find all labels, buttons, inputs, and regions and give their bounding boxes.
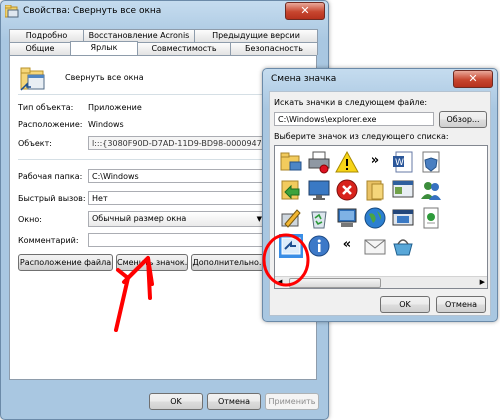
window-select-value: Обычный размер окна xyxy=(92,214,187,223)
hotkey-field[interactable]: Нет xyxy=(88,191,268,205)
icon-grid: » W « ◀ ▶ xyxy=(274,145,488,289)
change-icon-cancel-button[interactable]: Отмена xyxy=(436,296,486,313)
properties-title: Свойства: Свернуть все окна xyxy=(23,6,162,16)
pencil-pc-icon[interactable] xyxy=(279,206,303,230)
folder-icon[interactable] xyxy=(363,178,387,202)
type-value: Приложение xyxy=(88,103,142,112)
explorer-selected-icon[interactable] xyxy=(279,234,303,258)
change-icon-dialog: Смена значка ✕ Искать значки в следующем… xyxy=(262,68,498,322)
shortcut-large-icon xyxy=(20,67,45,91)
comment-label: Комментарий: xyxy=(18,236,79,245)
location-label: Расположение: xyxy=(18,120,83,129)
scrollbar-thumb[interactable] xyxy=(289,278,381,288)
change-icon-title: Смена значка xyxy=(271,74,337,84)
icon-file-field[interactable]: C:\Windows\explorer.exe xyxy=(274,112,434,126)
change-icon-ok-button[interactable]: OK xyxy=(380,296,430,313)
type-label: Тип объекта: xyxy=(18,103,74,112)
properties-cancel-button[interactable]: Отмена xyxy=(207,393,261,410)
computer-icon[interactable] xyxy=(335,206,359,230)
word-document-icon[interactable]: W xyxy=(391,150,415,174)
icon-grid-scrollbar[interactable]: ◀ ▶ xyxy=(275,276,487,288)
double-chevron-right-icon[interactable]: » xyxy=(363,150,387,174)
advanced-button[interactable]: Дополнительно... xyxy=(191,254,268,271)
double-chevron-left-icon[interactable]: « xyxy=(335,234,359,258)
info-icon[interactable] xyxy=(307,234,331,258)
comment-field[interactable] xyxy=(88,233,268,247)
tab-previous-versions[interactable]: Предыдущие версии xyxy=(194,29,318,42)
window-label: Окно: xyxy=(18,215,42,224)
change-icon-body: Искать значки в следующем файле: C:\Wind… xyxy=(269,91,491,316)
tab-compatibility[interactable]: Совместимость xyxy=(137,42,231,55)
shield-doc-icon[interactable] xyxy=(419,150,443,174)
shortcut-name: Свернуть все окна xyxy=(65,73,144,82)
file-location-button[interactable]: Расположение файла xyxy=(18,254,113,271)
red-x-icon[interactable] xyxy=(335,178,359,202)
object-label: Объект: xyxy=(18,139,52,148)
recycle-bin-icon[interactable] xyxy=(307,206,331,230)
change-icon-titlebar[interactable]: Смена значка ✕ xyxy=(263,69,497,91)
scroll-right-arrow-icon[interactable]: ▶ xyxy=(480,278,485,286)
printer-icon[interactable] xyxy=(307,150,331,174)
properties-titlebar[interactable]: Свойства: Свернуть все окна ✕ xyxy=(1,1,328,23)
workdir-label: Рабочая папка: xyxy=(18,172,83,181)
select-icon-label: Выберите значок из следующего списка: xyxy=(274,132,449,141)
users-icon[interactable] xyxy=(419,178,443,202)
properties-apply-button[interactable]: Применить xyxy=(265,393,319,410)
scroll-left-arrow-icon[interactable]: ◀ xyxy=(277,278,282,286)
folder-network-icon[interactable] xyxy=(279,150,303,174)
tab-general[interactable]: Общие xyxy=(9,42,71,55)
change-icon-close-button[interactable]: ✕ xyxy=(453,70,493,88)
properties-ok-button[interactable]: OK xyxy=(149,393,203,410)
browse-button[interactable]: Обзор... xyxy=(439,111,487,128)
shortcut-app-icon xyxy=(5,5,19,18)
workdir-field[interactable]: C:\Windows xyxy=(88,169,268,183)
location-value: Windows xyxy=(88,120,124,129)
document-image-icon[interactable] xyxy=(419,206,443,230)
window-app-icon[interactable] xyxy=(391,178,415,202)
tab-shortcut[interactable]: Ярлык xyxy=(70,41,138,55)
window-select[interactable]: Обычный размер окна ▼ xyxy=(88,211,268,227)
search-file-label: Искать значки в следующем файле: xyxy=(274,98,428,107)
tab-security[interactable]: Безопасность xyxy=(230,42,318,55)
hotkey-label: Быстрый вызов: xyxy=(18,194,86,203)
globe-icon[interactable] xyxy=(363,206,387,230)
green-arrow-icon[interactable] xyxy=(279,178,303,202)
basket-icon[interactable] xyxy=(391,234,415,258)
network-window-icon[interactable] xyxy=(391,206,415,230)
warning-icon[interactable] xyxy=(335,150,359,174)
properties-close-button[interactable]: ✕ xyxy=(285,2,325,20)
desktop-monitor-icon[interactable] xyxy=(307,178,331,202)
svg-text:W: W xyxy=(395,158,404,168)
change-icon-button[interactable]: Сменить значок... xyxy=(116,254,188,271)
envelope-icon[interactable] xyxy=(363,234,387,258)
object-field[interactable]: l:::{3080F90D-D7AD-11D9-BD98-0000947B025… xyxy=(88,136,268,150)
